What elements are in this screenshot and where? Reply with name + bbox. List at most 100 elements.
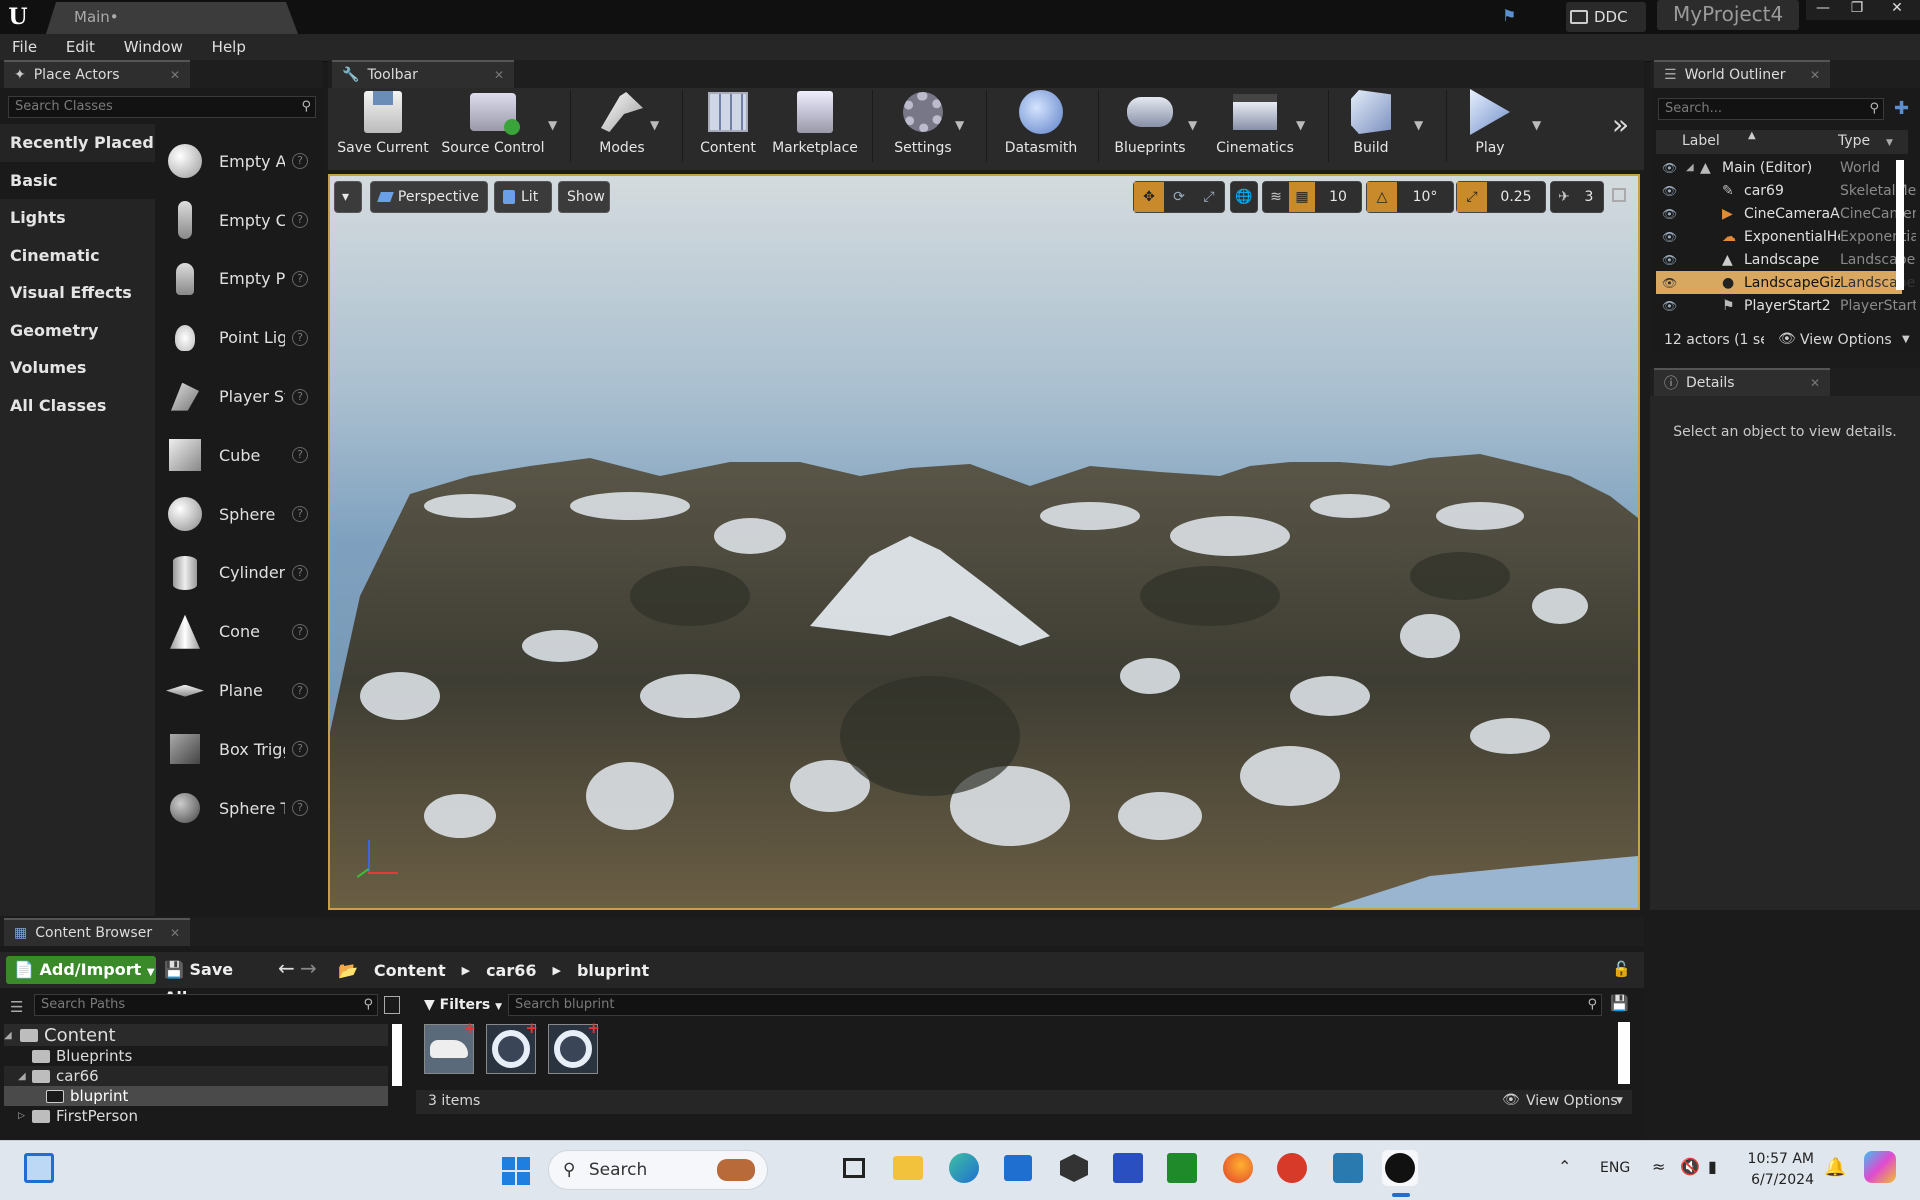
taskbar-search[interactable]: ⚲ Search — [548, 1150, 768, 1190]
actor-item[interactable]: Cube? — [155, 426, 320, 485]
grid-snap-icon[interactable]: ▦ — [1289, 182, 1315, 212]
save-search-icon[interactable]: 💾 — [1610, 994, 1629, 1012]
marketplace-button[interactable]: Marketplace — [768, 88, 862, 156]
microsoft-store-icon[interactable] — [1000, 1150, 1036, 1186]
close-button[interactable]: ✕ — [1874, 0, 1920, 20]
close-tab-icon[interactable]: ✕ — [1810, 376, 1820, 390]
maximize-viewport-icon[interactable] — [1612, 188, 1626, 202]
asset-scrollbar[interactable] — [1618, 1022, 1630, 1084]
search-paths-input[interactable]: Search Paths ⚲ — [34, 994, 378, 1016]
category-visual-effects[interactable]: Visual Effects — [0, 274, 155, 312]
outliner-row[interactable]: 👁 ◢ ▲ Main (Editor) World — [1656, 156, 1902, 179]
close-tab-icon[interactable]: ✕ — [170, 926, 180, 940]
actor-item[interactable]: Player Start? — [155, 367, 320, 426]
help-icon[interactable]: ? — [292, 564, 308, 581]
visibility-eye-icon[interactable]: 👁 — [1662, 230, 1682, 244]
wps-office-icon[interactable] — [1274, 1150, 1310, 1186]
notification-bell-icon[interactable]: 🔔 — [1824, 1157, 1846, 1178]
help-icon[interactable]: ? — [292, 270, 308, 287]
settings-button[interactable]: Settings — [880, 88, 966, 156]
unreal-engine-taskbar-icon[interactable] — [1382, 1150, 1418, 1186]
tree-item-firstperson[interactable]: ▷ FirstPerson — [4, 1106, 388, 1126]
tree-item-content[interactable]: ◢ Content — [4, 1024, 388, 1046]
breadcrumb-car66[interactable]: car66 — [486, 961, 536, 980]
blueprints-button[interactable]: Blueprints — [1106, 88, 1194, 156]
content-browser-tab[interactable]: ▦ Content Browser ✕ — [4, 918, 190, 946]
outliner-row[interactable]: 👁 ☁ ExponentialHeightFogExponentialHeightF… — [1656, 225, 1916, 248]
speaker-muted-icon[interactable]: 🔇 — [1680, 1157, 1700, 1176]
play-button[interactable]: Play — [1454, 88, 1526, 156]
windows-start-icon[interactable] — [502, 1157, 530, 1185]
expand-arrow-icon[interactable]: ◢ — [4, 1030, 20, 1041]
column-type-header[interactable]: Type — [1838, 133, 1870, 149]
unreal-logo-icon[interactable]: U — [4, 3, 32, 31]
modes-dropdown-icon[interactable]: ▼ — [650, 118, 659, 132]
task-view-icon[interactable] — [836, 1150, 872, 1186]
asset-tile[interactable]: + — [424, 1019, 476, 1074]
xbox-icon[interactable] — [1164, 1150, 1200, 1186]
source-control-dropdown-icon[interactable]: ▼ — [548, 118, 557, 132]
help-icon[interactable]: ? — [292, 741, 308, 758]
add-import-button[interactable]: 📄 Add/Import ▼ — [6, 956, 156, 984]
firefox-icon[interactable] — [1220, 1150, 1256, 1186]
type-dropdown-icon[interactable]: ▼ — [1886, 138, 1893, 148]
language-indicator[interactable]: ENG — [1600, 1160, 1630, 1176]
help-icon[interactable]: ? — [292, 388, 308, 405]
help-icon[interactable]: ? — [292, 682, 308, 699]
history-forward-button[interactable]: → — [300, 956, 317, 980]
help-icon[interactable]: ? — [292, 506, 308, 523]
rotation-snap-icon[interactable]: △ — [1367, 182, 1397, 212]
copilot-icon[interactable] — [1864, 1151, 1896, 1183]
vpn-icon[interactable] — [1330, 1150, 1366, 1186]
scale-snap-icon[interactable]: ⤢ — [1457, 182, 1487, 212]
asset-search-input[interactable]: Search bluprint ⚲ — [508, 994, 1602, 1016]
expand-arrow-icon[interactable]: ◢ — [1686, 162, 1694, 173]
outliner-add-filter-icon[interactable]: ✚ — [1894, 98, 1909, 119]
menu-edit[interactable]: Edit — [54, 34, 107, 60]
level-tab[interactable]: Main• — [46, 2, 298, 34]
build-button[interactable]: Build — [1336, 88, 1406, 156]
menu-file[interactable]: File — [0, 34, 49, 60]
play-dropdown-icon[interactable]: ▼ — [1532, 118, 1541, 132]
show-button[interactable]: Show — [558, 181, 610, 213]
place-actors-tab[interactable]: ✦ Place Actors ✕ — [4, 60, 190, 88]
filters-button[interactable]: ▼ Filters ▼ — [424, 994, 502, 1016]
help-icon[interactable]: ? — [292, 329, 308, 346]
actor-item[interactable]: Sphere Trigger? — [155, 779, 320, 838]
help-icon[interactable]: ? — [292, 800, 308, 817]
actor-item[interactable]: Empty Character? — [155, 191, 320, 250]
maximize-button[interactable]: ❐ — [1840, 0, 1874, 20]
minimize-button[interactable]: — — [1806, 0, 1840, 20]
actor-item[interactable]: Point Light? — [155, 308, 320, 367]
column-label-header[interactable]: Label — [1682, 133, 1720, 149]
visibility-eye-icon[interactable]: 👁 — [1662, 276, 1682, 290]
visibility-eye-icon[interactable]: 👁 — [1662, 299, 1682, 313]
category-lights[interactable]: Lights — [0, 199, 155, 237]
settings-dropdown-icon[interactable]: ▼ — [955, 118, 964, 132]
visibility-eye-icon[interactable]: 👁 — [1662, 253, 1682, 267]
tree-item-bluprint[interactable]: bluprint — [4, 1086, 388, 1106]
grid-snap-value[interactable]: 10 — [1315, 182, 1361, 212]
toolbar-tab[interactable]: 🔧 Toolbar ✕ — [332, 60, 514, 88]
visibility-eye-icon[interactable]: 👁 — [1662, 184, 1682, 198]
actor-item[interactable]: Empty Pawn? — [155, 250, 320, 309]
actor-item[interactable]: Plane? — [155, 661, 320, 720]
save-current-button[interactable]: Save Current — [334, 88, 432, 156]
tray-chevron-up-icon[interactable]: ⌃ — [1558, 1157, 1571, 1176]
camera-speed[interactable]: ✈ 3 — [1550, 181, 1604, 213]
visibility-eye-icon[interactable]: 👁 — [1662, 207, 1682, 221]
close-tab-icon[interactable]: ✕ — [1810, 68, 1820, 82]
details-tab[interactable]: ⓘ Details ✕ — [1654, 368, 1830, 396]
surface-snap-icon[interactable]: ≋ — [1263, 182, 1289, 212]
outliner-view-options[interactable]: View Options — [1800, 332, 1892, 348]
edge-browser-icon[interactable] — [946, 1150, 982, 1186]
level-viewport[interactable] — [328, 174, 1640, 910]
lit-button[interactable]: Lit — [494, 181, 552, 213]
unity-icon[interactable] — [1056, 1150, 1092, 1186]
cinematics-button[interactable]: Cinematics — [1210, 88, 1300, 156]
actor-item[interactable]: Cone? — [155, 602, 320, 661]
save-all-button[interactable]: 💾 Save All — [164, 956, 256, 1007]
actor-item[interactable]: Sphere? — [155, 485, 320, 544]
help-icon[interactable]: ? — [292, 447, 308, 464]
category-geometry[interactable]: Geometry — [0, 312, 155, 350]
